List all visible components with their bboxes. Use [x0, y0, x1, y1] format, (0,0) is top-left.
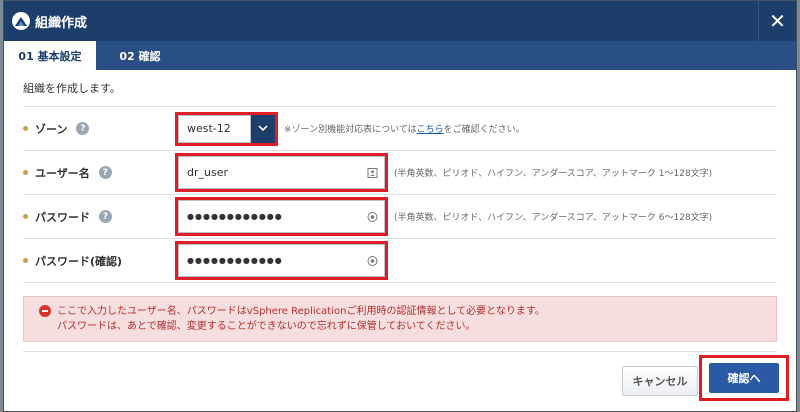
- password-hint: (半角英数、ピリオド、ハイフン、アンダースコア、アットマーク 6〜128文字): [394, 213, 713, 223]
- bullet-icon: [23, 170, 28, 175]
- help-icon[interactable]: ?: [76, 122, 90, 135]
- username-label: ユーザー名 ?: [23, 165, 175, 181]
- zone-select-value: west-12: [178, 114, 251, 143]
- highlight-box: dr_user: [175, 153, 388, 192]
- password-confirm-row: パスワード(確認) ●●●●●●●●●●●●: [23, 239, 777, 283]
- help-icon[interactable]: ?: [99, 210, 112, 223]
- password-confirm-value: ●●●●●●●●●●●●: [187, 256, 283, 265]
- close-icon: ✕: [769, 9, 786, 33]
- username-row: ユーザー名 ? dr_user (半角英数、ピリオド、ハイフン、アンダースコア、…: [23, 151, 777, 195]
- highlight-box: 確認へ: [699, 355, 789, 401]
- zone-hint-suffix: をご確認ください。: [443, 125, 525, 135]
- username-field-wrap: dr_user (半角英数、ピリオド、ハイフン、アンダースコア、アットマーク 1…: [175, 153, 712, 192]
- dialog-content: 組織を作成します。 ゾーン ? west-12 ※ゾーン別機能対応表についてはこ…: [4, 70, 796, 342]
- username-hint: (半角英数、ピリオド、ハイフン、アンダースコア、アットマーク 1〜128文字): [394, 169, 713, 179]
- user-card-icon: [367, 167, 378, 178]
- cancel-button[interactable]: キャンセル: [622, 366, 698, 396]
- error-message-box: ここで入力したユーザー名、パスワードはvSphere Replicationご利…: [23, 296, 777, 342]
- confirm-button[interactable]: 確認へ: [709, 363, 779, 393]
- password-value: ●●●●●●●●●●●●: [187, 212, 283, 221]
- zone-hint: ※ゾーン別機能対応表についてはこちらをご確認ください。: [284, 122, 525, 135]
- password-label-text: パスワード: [35, 210, 90, 224]
- bullet-icon: [23, 126, 28, 131]
- error-icon: [39, 305, 51, 317]
- username-input[interactable]: dr_user: [178, 156, 385, 189]
- eye-icon[interactable]: [367, 255, 378, 266]
- password-confirm-field-wrap: ●●●●●●●●●●●●: [175, 241, 388, 280]
- bullet-icon: [23, 214, 28, 219]
- dialog-title: 組織作成: [35, 15, 88, 31]
- zone-hint-link[interactable]: こちら: [417, 125, 444, 135]
- dialog-titlebar: 組織作成 ✕: [4, 1, 796, 41]
- username-value: dr_user: [187, 166, 228, 179]
- error-line-1: ここで入力したユーザー名、パスワードはvSphere Replicationご利…: [57, 306, 545, 317]
- tab-confirm[interactable]: 02 確認: [96, 41, 184, 70]
- password-label: パスワード ?: [23, 209, 175, 225]
- zone-select-wrap: west-12 ※ゾーン別機能対応表についてはこちらをご確認ください。: [175, 111, 525, 146]
- password-row: パスワード ? ●●●●●●●●●●●● (半角英数、ピリオド、ハイフン、アンダ…: [23, 195, 777, 239]
- step-tabs: 01 基本設定 02 確認: [4, 41, 796, 70]
- bullet-icon: [23, 258, 28, 263]
- highlight-box: west-12: [175, 111, 278, 146]
- close-button[interactable]: ✕: [758, 1, 796, 41]
- highlight-box: ●●●●●●●●●●●●: [175, 197, 388, 236]
- zone-row: ゾーン ? west-12 ※ゾーン別機能対応表についてはこちらをご確認ください…: [23, 107, 777, 151]
- create-organization-dialog: 組織作成 ✕ 01 基本設定 02 確認 組織を作成します。 ゾーン ? wes…: [3, 0, 797, 412]
- password-confirm-input[interactable]: ●●●●●●●●●●●●: [178, 244, 385, 277]
- password-field-wrap: ●●●●●●●●●●●● (半角英数、ピリオド、ハイフン、アンダースコア、アット…: [175, 197, 712, 236]
- highlight-box: ●●●●●●●●●●●●: [175, 241, 388, 280]
- footer-divider: [23, 351, 777, 352]
- tab-basic-settings[interactable]: 01 基本設定: [4, 41, 96, 70]
- username-label-text: ユーザー名: [35, 166, 90, 180]
- password-confirm-label: パスワード(確認): [23, 253, 175, 269]
- intro-text: 組織を作成します。: [23, 70, 777, 107]
- zone-hint-prefix: ※ゾーン別機能対応表については: [284, 125, 417, 135]
- password-confirm-field[interactable]: ●●●●●●●●●●●●: [178, 244, 385, 277]
- dialog-footer: キャンセル 確認へ: [4, 351, 796, 411]
- chevron-down-icon[interactable]: [251, 114, 275, 143]
- help-icon[interactable]: ?: [98, 166, 112, 179]
- app-logo-icon: [12, 12, 30, 30]
- password-confirm-label-text: パスワード(確認): [35, 254, 123, 268]
- password-field[interactable]: ●●●●●●●●●●●●: [178, 200, 385, 233]
- zone-label-text: ゾーン: [35, 122, 68, 136]
- zone-select[interactable]: west-12: [178, 114, 275, 143]
- username-field[interactable]: dr_user: [178, 156, 385, 189]
- error-line-2: パスワードは、あとで確認、変更することができないので忘れずに保管しておいてくださ…: [57, 321, 476, 332]
- eye-icon[interactable]: [367, 211, 378, 222]
- zone-label: ゾーン ?: [23, 121, 175, 137]
- password-input[interactable]: ●●●●●●●●●●●●: [178, 200, 385, 233]
